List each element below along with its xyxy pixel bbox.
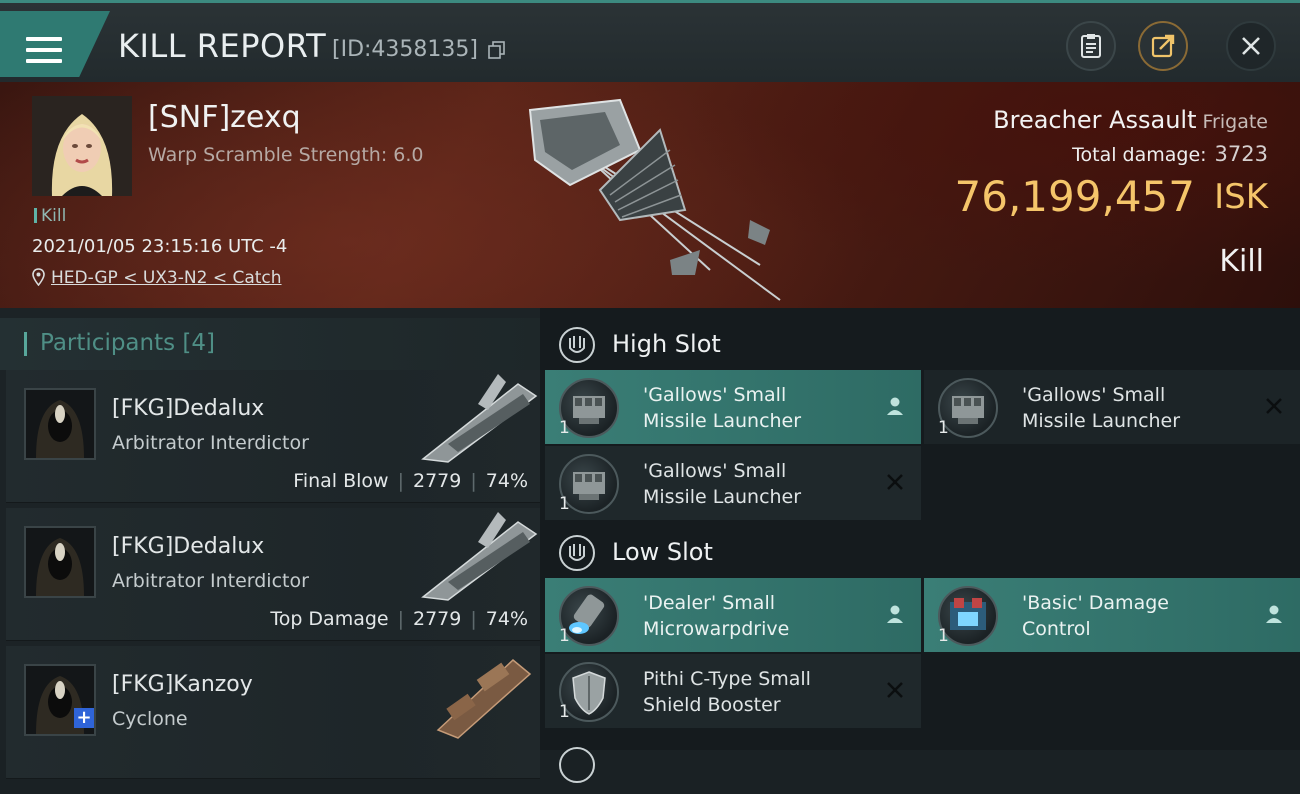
- module-card[interactable]: 1 Pithi C-Type Small Shield Booster: [545, 654, 921, 728]
- clipboard-icon: [1081, 34, 1101, 58]
- participant-name: [FKG]Kanzoy: [112, 672, 253, 697]
- low-slot-title: Low Slot: [612, 538, 713, 566]
- participant-ship: Arbitrator Interdictor: [112, 570, 309, 592]
- menu-icon: [26, 37, 62, 65]
- participant-avatar[interactable]: [24, 388, 96, 460]
- module-quantity: 1: [559, 418, 570, 438]
- ship-class: Frigate: [1202, 111, 1268, 133]
- module-card[interactable]: 1 'Gallows' Small Missile Launcher: [545, 446, 921, 520]
- victim-ship-name[interactable]: Breacher Assault Frigate: [993, 106, 1268, 134]
- participant-stats: Top Damage | 2779 | 74%: [270, 608, 528, 630]
- module-quantity: 1: [559, 626, 570, 646]
- location-pin-icon: [32, 268, 45, 287]
- slot-icon: [559, 535, 595, 571]
- person-icon: [887, 397, 903, 415]
- module-name: 'Dealer' Small Microwarpdrive: [643, 592, 790, 640]
- kill-timestamp: 2021/01/05 23:15:16 UTC -4: [32, 236, 288, 257]
- participant-name: [FKG]Dedalux: [112, 534, 265, 559]
- x-icon: [887, 682, 903, 698]
- participants-title: Participants [4]: [40, 330, 216, 356]
- module-name: 'Basic' Damage Control: [1022, 592, 1169, 640]
- participant-role: Top Damage: [270, 608, 389, 630]
- share-icon: [1151, 34, 1175, 58]
- close-button[interactable]: [1226, 21, 1276, 71]
- participant-damage: 2779: [413, 470, 462, 492]
- copy-icon[interactable]: [488, 41, 506, 59]
- module-card[interactable]: 1 'Basic' Damage Control: [924, 578, 1300, 652]
- module-quantity: 1: [559, 494, 570, 514]
- low-slot-header: Low Slot: [540, 522, 1300, 582]
- participant-row[interactable]: [FKG]Dedalux Arbitrator Interdictor Fina…: [6, 370, 540, 503]
- participant-damage: 2779: [413, 608, 462, 630]
- total-damage-value: 3723: [1214, 142, 1268, 166]
- participant-role: Final Blow: [293, 470, 389, 492]
- isk-value: 76,199,457: [954, 172, 1195, 221]
- clipboard-button[interactable]: [1066, 21, 1116, 71]
- participant-row[interactable]: + [FKG]Kanzoy Cyclone: [6, 646, 540, 779]
- participant-ship-image: [421, 512, 538, 601]
- module-name: 'Gallows' Small Missile Launcher: [1022, 384, 1181, 432]
- plus-badge-icon: +: [74, 708, 94, 728]
- module-name: Pithi C-Type Small Shield Booster: [643, 668, 811, 716]
- module-name: 'Gallows' Small Missile Launcher: [643, 384, 802, 432]
- module-card[interactable]: 1 'Dealer' Small Microwarpdrive: [545, 578, 921, 652]
- person-icon: [1266, 605, 1282, 623]
- person-icon: [887, 605, 903, 623]
- module-quantity: 1: [938, 626, 949, 646]
- total-damage: Total damage: 3723: [1072, 142, 1268, 166]
- slot-icon: [559, 327, 595, 363]
- kill-tag: Kill: [34, 206, 66, 226]
- result-label: Kill: [1219, 244, 1264, 279]
- participants-panel: Participants [4] [FKG]Dedalux Arbitrator…: [0, 308, 540, 779]
- module-name: 'Gallows' Small Missile Launcher: [643, 460, 802, 508]
- high-slot-header: High Slot: [540, 314, 1300, 374]
- isk-unit: ISK: [1214, 177, 1268, 217]
- participants-header: Participants [4]: [0, 318, 540, 370]
- module-card[interactable]: 1 'Gallows' Small Missile Launcher: [924, 370, 1300, 444]
- kill-location[interactable]: HED-GP < UX3-N2 < Catch: [32, 268, 282, 288]
- victim-avatar[interactable]: [32, 96, 132, 196]
- participant-ship: Cyclone: [112, 708, 188, 730]
- high-slot-title: High Slot: [612, 330, 721, 358]
- total-damage-label: Total damage:: [1072, 144, 1207, 166]
- participant-stats: Final Blow | 2779 | 74%: [293, 470, 528, 492]
- participant-ship-image: [421, 374, 538, 463]
- ship-name-text: Breacher Assault: [993, 106, 1197, 134]
- page-title: KILL REPORT: [118, 27, 327, 65]
- x-icon: [1266, 398, 1282, 414]
- module-quantity: 1: [938, 418, 949, 438]
- victim-banner: [SNF]zexq Warp Scramble Strength: 6.0 Ki…: [0, 82, 1300, 308]
- slot-icon: [559, 747, 595, 783]
- victim-pilot-name[interactable]: [SNF]zexq: [148, 100, 301, 135]
- participants-count: [4]: [182, 330, 216, 356]
- participant-percent: 74%: [485, 608, 528, 630]
- participant-ship-image: [436, 659, 532, 739]
- close-icon: [1242, 37, 1260, 55]
- mid-slot-header: [540, 734, 1300, 794]
- top-bar: KILL REPORT [ID:4358135]: [0, 0, 1300, 82]
- fitting-panel: High Slot 1 'Gallows' Small Missile Launc…: [540, 308, 1300, 783]
- module-quantity: 1: [559, 702, 570, 722]
- participant-row[interactable]: [FKG]Dedalux Arbitrator Interdictor Top …: [6, 508, 540, 641]
- participant-ship: Arbitrator Interdictor: [112, 432, 309, 454]
- module-card[interactable]: 1 'Gallows' Small Missile Launcher: [545, 370, 921, 444]
- location-link[interactable]: HED-GP < UX3-N2 < Catch: [51, 268, 282, 288]
- victim-ship-image[interactable]: [510, 90, 790, 310]
- x-icon: [887, 474, 903, 490]
- participant-percent: 74%: [485, 470, 528, 492]
- share-button[interactable]: [1138, 21, 1188, 71]
- participant-avatar[interactable]: [24, 526, 96, 598]
- menu-button[interactable]: [0, 11, 110, 77]
- participant-name: [FKG]Dedalux: [112, 396, 265, 421]
- warp-scramble-strength: Warp Scramble Strength: 6.0: [148, 144, 424, 166]
- report-id: [ID:4358135]: [332, 37, 478, 62]
